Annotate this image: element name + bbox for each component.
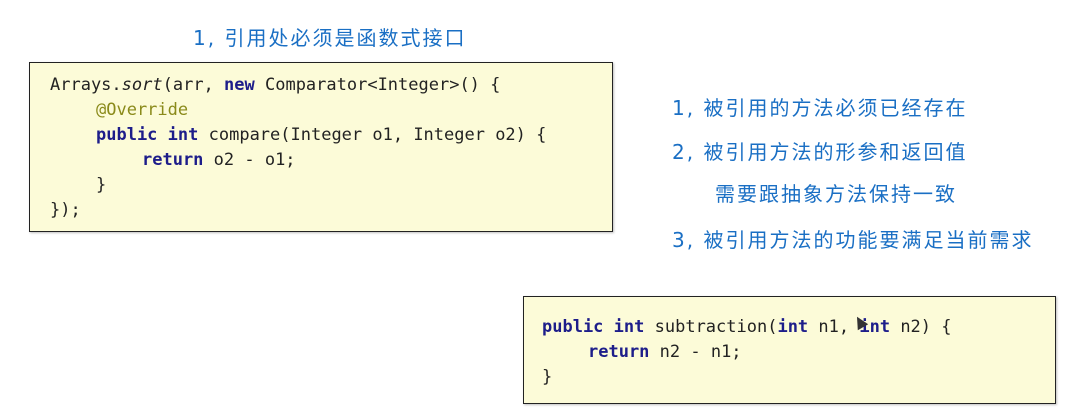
page-title: 1, 引用处必须是函数式接口 (193, 26, 467, 50)
comparator-code-block: Arrays.sort(arr, new Comparator<Integer>… (29, 62, 613, 232)
code-line-1: Arrays.sort(arr, new Comparator<Integer>… (50, 75, 501, 95)
code-line-1: public int subtraction(int n1, int n2) { (542, 317, 952, 337)
code-line-2: @Override (96, 100, 189, 120)
code-line-5: } (96, 175, 107, 195)
rule-1: 1, 被引用的方法必须已经存在 (672, 96, 968, 120)
subtraction-code-block: public int subtraction(int n1, int n2) {… (523, 296, 1056, 404)
rule-2: 2, 被引用方法的形参和返回值 (672, 140, 968, 164)
code-line-2: return n2 - n1; (588, 342, 742, 362)
code-line-3: } (542, 367, 553, 387)
code-line-6: }); (50, 200, 81, 220)
code-line-4: return o2 - o1; (142, 150, 296, 170)
rule-3: 3, 被引用方法的功能要满足当前需求 (672, 228, 1034, 252)
rule-2-continued: 需要跟抽象方法保持一致 (715, 182, 957, 206)
code-line-3: public int compare(Integer o1, Integer o… (96, 125, 547, 145)
